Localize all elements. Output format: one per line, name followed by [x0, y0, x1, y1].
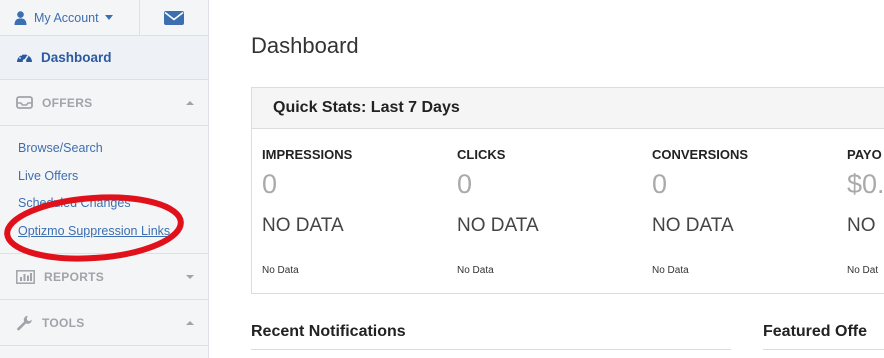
quick-stats-panel: Quick Stats: Last 7 Days IMPRESSIONS 0 N…: [251, 87, 884, 294]
my-account-dropdown[interactable]: My Account: [0, 0, 140, 35]
sidebar-section-tools-label: TOOLS: [42, 315, 85, 330]
stat-small-status: No Data: [262, 265, 299, 276]
sidebar-link-live-offers[interactable]: Live Offers: [18, 163, 208, 191]
chevron-down-icon: [104, 15, 113, 20]
sidebar-item-dashboard[interactable]: Dashboard: [0, 36, 208, 80]
offers-icon: [16, 96, 33, 109]
divider: [763, 349, 884, 350]
stat-small-status: No Data: [652, 265, 689, 276]
envelope-icon: [164, 10, 184, 25]
sidebar-link-browse-search[interactable]: Browse/Search: [18, 135, 208, 163]
chevron-down-icon: [186, 274, 194, 279]
stat-status: NO DATA: [262, 215, 344, 236]
wrench-icon: [16, 315, 33, 331]
chevron-up-icon: [186, 320, 194, 325]
stat-small-status: No Dat: [847, 265, 879, 276]
featured-offers-title: Featured Offe: [763, 323, 868, 340]
stat-status: NO DATA: [457, 215, 539, 236]
recent-notifications-title: Recent Notifications: [251, 323, 406, 340]
stat-status: NO: [847, 215, 876, 236]
user-icon: [14, 10, 27, 25]
quick-stats-title: Quick Stats: Last 7 Days: [252, 88, 884, 129]
sidebar-link-scheduled-changes[interactable]: Scheduled Changes: [18, 190, 208, 218]
messages-button[interactable]: [140, 0, 208, 35]
dashboard-gauge-icon: [16, 50, 33, 65]
stat-heading: PAYO: [847, 147, 882, 162]
sidebar-section-offers[interactable]: OFFERS: [0, 80, 208, 126]
sidebar-section-reports[interactable]: REPORTS: [0, 254, 208, 300]
stat-heading: CLICKS: [457, 147, 506, 162]
sidebar-section-tools[interactable]: TOOLS: [0, 300, 208, 346]
sidebar-link-optizmo-suppression-links[interactable]: Optizmo Suppression Links: [18, 218, 208, 246]
sidebar-section-offers-label: OFFERS: [42, 95, 93, 110]
stat-value: 0: [652, 169, 668, 199]
offers-submenu: Browse/Search Live Offers Scheduled Chan…: [0, 126, 208, 254]
stat-value: $0.: [847, 169, 884, 199]
main-content: Dashboard Quick Stats: Last 7 Days IMPRE…: [210, 0, 884, 358]
stat-small-status: No Data: [457, 265, 494, 276]
stat-status: NO DATA: [652, 215, 734, 236]
sidebar: My Account Dashboard OFFERS Browse/Searc…: [0, 0, 209, 358]
my-account-label: My Account: [34, 10, 99, 25]
stat-heading: CONVERSIONS: [652, 147, 749, 162]
sidebar-topbar: My Account: [0, 0, 208, 36]
page-title: Dashboard: [251, 33, 359, 58]
chevron-up-icon: [186, 100, 194, 105]
stat-value: 0: [262, 169, 278, 199]
stat-value: 0: [457, 169, 473, 199]
stat-heading: IMPRESSIONS: [262, 147, 353, 162]
divider: [251, 349, 731, 350]
sidebar-item-dashboard-label: Dashboard: [41, 50, 112, 65]
sidebar-section-reports-label: REPORTS: [44, 269, 105, 284]
reports-bar-chart-icon: [16, 269, 35, 284]
quick-stats-body: IMPRESSIONS 0 NO DATA No Data CLICKS 0 N…: [252, 129, 884, 294]
